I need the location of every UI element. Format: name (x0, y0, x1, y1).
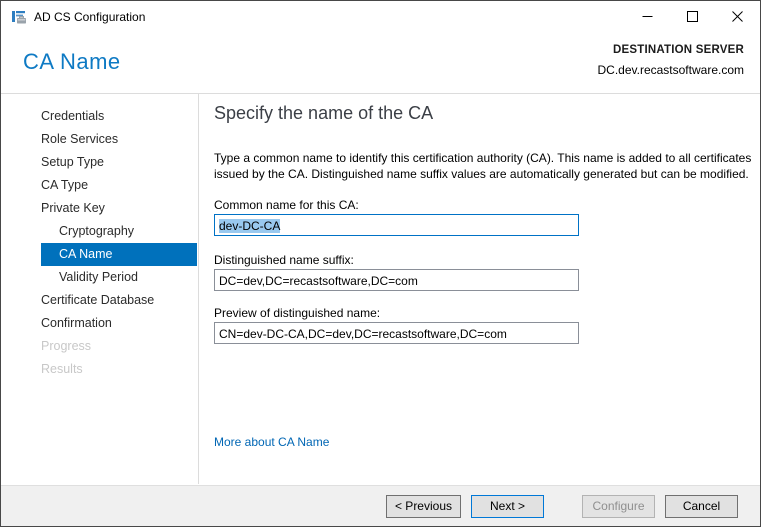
sidebar-item-label: Confirmation (41, 316, 112, 330)
destination-server-value: DC.dev.recastsoftware.com (598, 60, 745, 80)
sidebar-item-confirmation[interactable]: Confirmation (41, 312, 197, 335)
sidebar-item-label: Role Services (41, 132, 118, 146)
sidebar-item-label: CA Type (41, 178, 88, 192)
sidebar-item-certificate-database[interactable]: Certificate Database (41, 289, 197, 312)
sidebar-item-cryptography[interactable]: Cryptography (41, 220, 197, 243)
sidebar-item-label: Certificate Database (41, 293, 154, 307)
sidebar-divider (198, 94, 199, 484)
window-controls (625, 1, 760, 32)
sidebar-item-label: Setup Type (41, 155, 104, 169)
sidebar-item-progress: Progress (41, 335, 197, 358)
cancel-button[interactable]: Cancel (665, 495, 738, 518)
maximize-button[interactable] (670, 1, 715, 32)
close-button[interactable] (715, 1, 760, 32)
wizard-header: CA Name DESTINATION SERVER DC.dev.recast… (1, 32, 760, 93)
sidebar-item-private-key[interactable]: Private Key (41, 197, 197, 220)
sidebar-item-credentials[interactable]: Credentials (41, 105, 197, 128)
adcs-app-icon (11, 9, 27, 25)
minimize-button[interactable] (625, 1, 670, 32)
distinguished-name-suffix-input[interactable]: DC=dev,DC=recastsoftware,DC=com (214, 269, 579, 291)
sidebar-item-ca-type[interactable]: CA Type (41, 174, 197, 197)
sidebar-item-label: Progress (41, 339, 91, 353)
section-heading: Specify the name of the CA (214, 103, 760, 124)
wizard-footer: < Previous Next > Configure Cancel (1, 485, 760, 526)
section-description: Type a common name to identify this cert… (214, 151, 759, 182)
sidebar-item-validity-period[interactable]: Validity Period (41, 266, 197, 289)
sidebar-item-label: CA Name (59, 247, 113, 261)
more-about-ca-name-link[interactable]: More about CA Name (214, 435, 329, 449)
sidebar-item-setup-type[interactable]: Setup Type (41, 151, 197, 174)
sidebar-item-label: Private Key (41, 201, 105, 215)
wizard-page-content: Specify the name of the CA Type a common… (214, 94, 760, 484)
configure-button: Configure (582, 495, 655, 518)
common-name-label: Common name for this CA: (214, 198, 760, 212)
sidebar-item-role-services[interactable]: Role Services (41, 128, 197, 151)
distinguished-name-suffix-label: Distinguished name suffix: (214, 253, 760, 267)
next-button[interactable]: Next > (471, 495, 544, 518)
sidebar-item-label: Credentials (41, 109, 104, 123)
sidebar-item-label: Validity Period (59, 270, 138, 284)
destination-block: DESTINATION SERVER DC.dev.recastsoftware… (598, 40, 745, 80)
selected-text: dev-DC-CA (219, 219, 280, 233)
close-icon (732, 11, 743, 22)
destination-server-label: DESTINATION SERVER (598, 40, 745, 60)
sidebar-item-ca-name[interactable]: CA Name (41, 243, 197, 266)
preview-distinguished-name-label: Preview of distinguished name: (214, 306, 760, 320)
preview-distinguished-name-input[interactable]: CN=dev-DC-CA,DC=dev,DC=recastsoftware,DC… (214, 322, 579, 344)
previous-button[interactable]: < Previous (386, 495, 461, 518)
sidebar-item-results: Results (41, 358, 197, 381)
common-name-input[interactable]: dev-DC-CA (214, 214, 579, 236)
minimize-icon (642, 11, 653, 22)
adcs-configuration-window: AD CS Configuration CA Name DESTINATION … (0, 0, 761, 527)
wizard-steps-sidebar: Credentials Role Services Setup Type CA … (1, 94, 198, 484)
sidebar-item-label: Cryptography (59, 224, 134, 238)
window-title: AD CS Configuration (34, 10, 145, 24)
titlebar: AD CS Configuration (1, 1, 760, 32)
sidebar-item-label: Results (41, 362, 83, 376)
page-title: CA Name (23, 49, 121, 75)
maximize-icon (687, 11, 698, 22)
